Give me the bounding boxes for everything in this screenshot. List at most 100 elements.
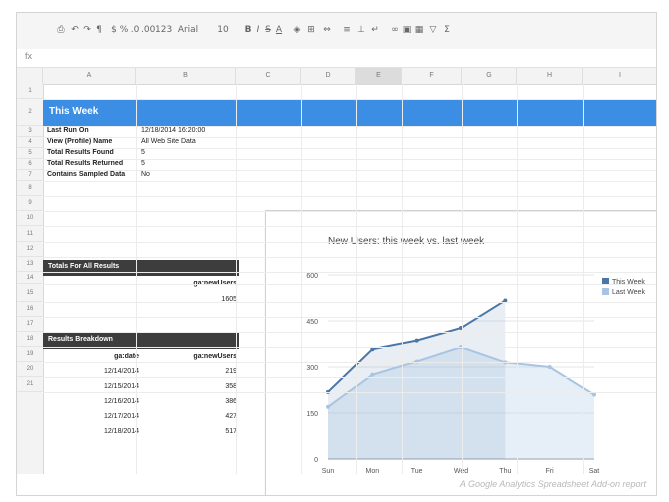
breakdown-users-header[interactable]: ga:newUsers [143, 353, 237, 360]
column-header-g[interactable]: G [462, 68, 517, 84]
breakdown-date[interactable]: 12/17/2014 [43, 413, 139, 420]
align-icon[interactable]: ≡ [341, 23, 353, 37]
column-header-h[interactable]: H [517, 68, 583, 84]
merge-icon[interactable]: ⇔ [321, 23, 333, 37]
font-selector[interactable]: Arial [177, 23, 199, 37]
row-header-18[interactable]: 18 [17, 332, 43, 347]
wrap-icon[interactable]: ↵ [369, 23, 381, 37]
this-week-area [328, 300, 506, 459]
decimal-increase-icon[interactable]: .00 [141, 23, 155, 37]
grid-column-line [301, 84, 302, 474]
grid-column-line [236, 84, 237, 474]
column-header-d[interactable]: D [301, 68, 356, 84]
column-header-f[interactable]: F [402, 68, 462, 84]
info-label[interactable]: Total Results Found [47, 149, 137, 156]
borders-icon[interactable]: ⊞ [305, 23, 317, 37]
font-size-selector[interactable]: 10 [217, 23, 229, 37]
info-label[interactable]: Contains Sampled Data [47, 171, 137, 178]
info-value[interactable]: No [141, 171, 239, 178]
grid-row-line [43, 148, 656, 149]
select-all-corner[interactable] [17, 68, 43, 84]
bold-icon[interactable]: B [243, 23, 253, 37]
row-header-17[interactable]: 17 [17, 317, 43, 332]
toolbar: ⎙ ↶ ↷ ¶ $ % .0 .00 123 Arial 10 B I S A … [17, 13, 656, 50]
column-header-a[interactable]: A [43, 68, 136, 84]
breakdown-users[interactable]: 219 [143, 368, 237, 375]
row-header-2[interactable]: 2 [17, 99, 43, 126]
info-value[interactable]: 12/18/2014 16:20:00 [141, 127, 239, 134]
new-users-chart[interactable]: New Users: this week vs. last week 0 150 30… [265, 210, 656, 495]
functions-icon[interactable]: Σ [441, 23, 453, 37]
row-header-4[interactable]: 4 [17, 137, 43, 148]
italic-icon[interactable]: I [253, 23, 263, 37]
grid-row-line [43, 317, 656, 318]
breakdown-users[interactable]: 386 [143, 398, 237, 405]
sheet-grid[interactable]: This Week Last Run On 12/18/2014 16:20:00… [43, 84, 656, 495]
info-label[interactable]: View (Profile) Name [47, 138, 137, 145]
breakdown-users[interactable]: 517 [143, 428, 237, 435]
grid-column-line [356, 84, 357, 474]
column-header-b[interactable]: B [136, 68, 236, 84]
legend-label: Last Week [612, 289, 645, 296]
breakdown-date[interactable]: 12/14/2014 [43, 368, 139, 375]
totals-header[interactable]: Totals For All Results [43, 260, 239, 276]
x-tick-label: Thu [499, 468, 511, 475]
row-header-14[interactable]: 14 [17, 272, 43, 284]
row-header-6[interactable]: 6 [17, 159, 43, 170]
footer-credit: A Google Analytics Spreadsheet Add-on re… [459, 479, 646, 489]
row-header-20[interactable]: 20 [17, 362, 43, 377]
fill-color-icon[interactable]: ◈ [291, 23, 303, 37]
breakdown-users[interactable]: 358 [143, 383, 237, 390]
chart-icon[interactable]: ▦ [413, 23, 425, 37]
row-header-8[interactable]: 8 [17, 181, 43, 196]
this-week-point [414, 338, 419, 343]
row-header-15[interactable]: 15 [17, 284, 43, 302]
undo-icon[interactable]: ↶ [69, 23, 81, 37]
row-header-16[interactable]: 16 [17, 302, 43, 317]
row-header-11[interactable]: 11 [17, 226, 43, 242]
row-header-5[interactable]: 5 [17, 148, 43, 159]
row-header-13[interactable]: 13 [17, 257, 43, 272]
row-header-9[interactable]: 9 [17, 196, 43, 211]
row-header-7[interactable]: 7 [17, 170, 43, 181]
formula-bar[interactable]: fx [17, 49, 656, 68]
grid-column-line [462, 84, 463, 474]
text-color-icon[interactable]: A [273, 23, 285, 37]
y-tick-label: 0 [314, 457, 318, 464]
column-header-i[interactable]: I [583, 68, 656, 84]
currency-icon[interactable]: $ [109, 23, 119, 37]
row-header-21[interactable]: 21 [17, 377, 43, 392]
y-tick-label: 150 [306, 411, 318, 418]
info-label[interactable]: Last Run On [47, 127, 137, 134]
comment-icon[interactable]: ▣ [401, 23, 413, 37]
row-header-3[interactable]: 3 [17, 126, 43, 137]
column-header-c[interactable]: C [236, 68, 301, 84]
valign-icon[interactable]: ⊥ [355, 23, 367, 37]
paint-format-icon[interactable]: ¶ [93, 23, 105, 37]
grid-row-line [43, 284, 656, 285]
row-header-12[interactable]: 12 [17, 242, 43, 257]
info-value[interactable]: 5 [141, 149, 239, 156]
print-icon[interactable]: ⎙ [55, 23, 67, 37]
column-headers: ABCDEFGHI [17, 68, 656, 85]
breakdown-date[interactable]: 12/15/2014 [43, 383, 139, 390]
link-icon[interactable]: ∞ [389, 23, 401, 37]
grid-row-line [43, 170, 656, 171]
info-value[interactable]: 5 [141, 160, 239, 167]
percent-icon[interactable]: % [119, 23, 129, 37]
breakdown-date-header[interactable]: ga:date [43, 353, 139, 360]
filter-icon[interactable]: ▽ [427, 23, 439, 37]
breakdown-users[interactable]: 427 [143, 413, 237, 420]
decimal-decrease-icon[interactable]: .0 [129, 23, 141, 37]
info-label[interactable]: Total Results Returned [47, 160, 137, 167]
column-header-e[interactable]: E [356, 68, 402, 84]
info-value[interactable]: All Web Site Data [141, 138, 239, 145]
row-header-1[interactable]: 1 [17, 84, 43, 99]
row-header-19[interactable]: 19 [17, 347, 43, 362]
breakdown-date[interactable]: 12/16/2014 [43, 398, 139, 405]
redo-icon[interactable]: ↷ [81, 23, 93, 37]
number-format-icon[interactable]: 123 [155, 23, 172, 37]
strikethrough-icon[interactable]: S [263, 23, 273, 37]
breakdown-date[interactable]: 12/18/2014 [43, 428, 139, 435]
row-header-10[interactable]: 10 [17, 211, 43, 226]
